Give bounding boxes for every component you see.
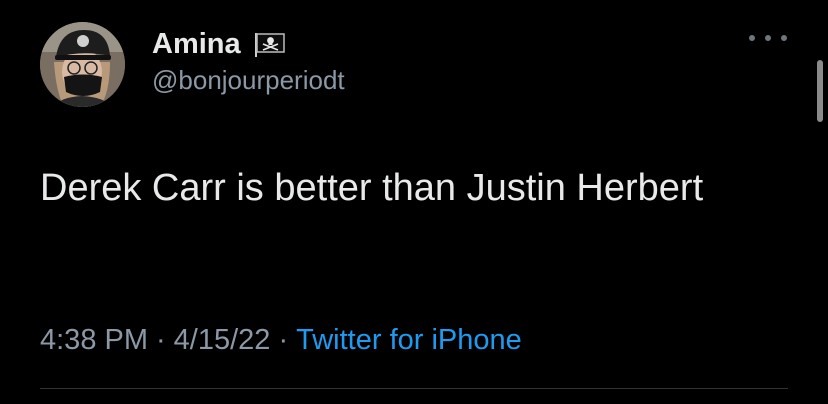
meta-separator: · (156, 324, 166, 356)
meta-separator: · (278, 324, 289, 356)
author-handle[interactable]: @bonjourperiodt (152, 64, 345, 96)
scrollbar-thumb[interactable] (817, 60, 823, 122)
tweet-meta: 4:38 PM · 4/15/22 · Twitter for iPhone (40, 320, 522, 360)
more-horizontal-icon[interactable] (749, 30, 787, 46)
author-display-name[interactable]: Amina (152, 27, 241, 61)
author-row: Amina (152, 27, 286, 61)
avatar[interactable] (40, 22, 125, 107)
more-dot (749, 35, 755, 41)
tweet-date[interactable]: 4/15/22 (174, 324, 271, 356)
divider (40, 388, 788, 389)
pirate-flag-icon (253, 32, 286, 57)
tweet-source-link[interactable]: Twitter for iPhone (296, 324, 522, 356)
more-dot (765, 35, 771, 41)
tweet-text: Derek Carr is better than Justin Herbert (40, 167, 704, 209)
more-dot (781, 35, 787, 41)
tweet-time[interactable]: 4:38 PM (40, 324, 148, 356)
